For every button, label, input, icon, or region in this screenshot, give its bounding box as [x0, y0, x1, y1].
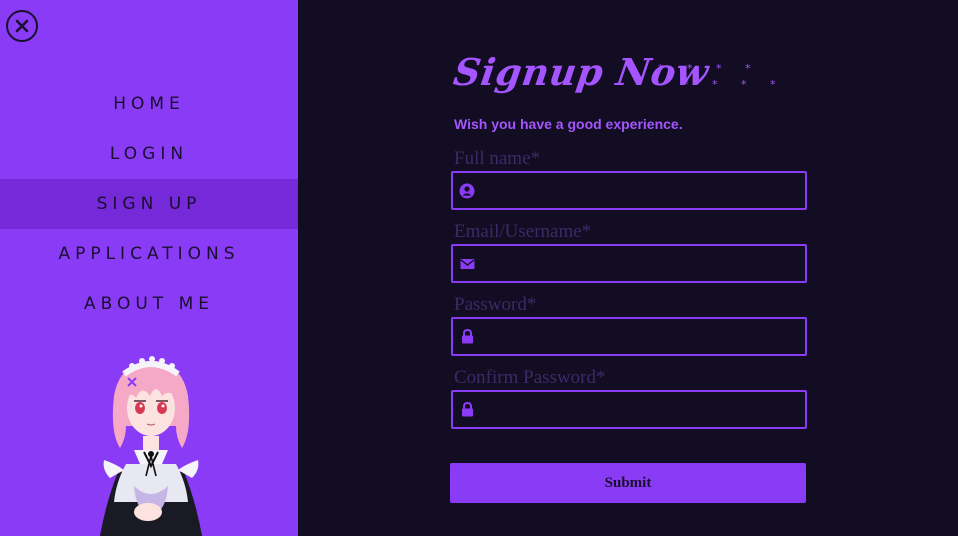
submit-button[interactable]: Submit: [450, 463, 806, 503]
password-input[interactable]: [481, 319, 805, 354]
full-name-field: [451, 171, 807, 210]
nav-item-applications[interactable]: APPLICATIONS: [0, 229, 298, 279]
close-button[interactable]: [6, 10, 38, 42]
user-icon: [453, 183, 481, 199]
lock-icon: [453, 402, 481, 417]
password-label: Password*: [454, 294, 537, 315]
full-name-label: Full name*: [454, 148, 541, 169]
confirm-password-field: [451, 390, 807, 429]
sidebar-nav: HOME LOGIN SIGN UP APPLICATIONS ABOUT ME: [0, 79, 298, 329]
stars-row-2: * * * * *: [654, 78, 786, 91]
password-field: [451, 317, 807, 356]
email-field: [451, 244, 807, 283]
lock-icon: [453, 329, 481, 344]
email-input[interactable]: [481, 246, 805, 281]
decorative-stars: * * * * * * * * *: [654, 61, 786, 93]
sidebar: HOME LOGIN SIGN UP APPLICATIONS ABOUT ME: [0, 0, 298, 536]
subtitle: Wish you have a good experience.: [454, 116, 683, 132]
close-icon: [15, 19, 29, 33]
envelope-icon: [453, 257, 481, 270]
anime-character-illustration: [100, 356, 202, 536]
stars-row-1: * * * *: [658, 62, 761, 75]
email-label: Email/Username*: [454, 221, 592, 242]
confirm-password-input[interactable]: [481, 392, 805, 427]
nav-item-login[interactable]: LOGIN: [0, 129, 298, 179]
nav-item-sign-up[interactable]: SIGN UP: [0, 179, 298, 229]
full-name-input[interactable]: [481, 173, 805, 208]
nav-item-about-me[interactable]: ABOUT ME: [0, 279, 298, 329]
nav-item-home[interactable]: HOME: [0, 79, 298, 129]
signup-panel: Signup Now * * * * * * * * * Wish you ha…: [298, 0, 958, 536]
confirm-password-label: Confirm Password*: [454, 367, 606, 388]
